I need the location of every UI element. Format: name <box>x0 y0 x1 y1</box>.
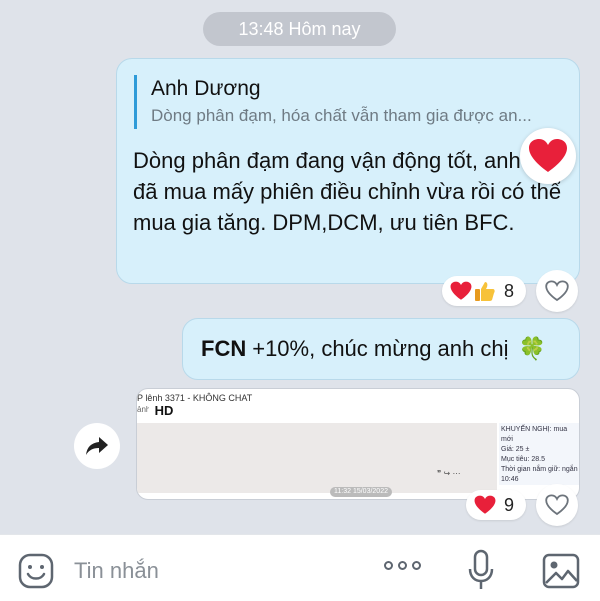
reaction-count: 8 <box>504 280 515 301</box>
side-line: Mục tiêu: 28.5 <box>501 456 545 463</box>
message-text: +10%, chúc mừng anh chị <box>252 336 509 361</box>
image-inner-icons: ❞ ↪ ⋯ <box>437 469 461 478</box>
side-line: 10:46 <box>501 476 519 483</box>
hd-badge: HD <box>149 401 179 419</box>
thumbs-up-icon <box>475 282 495 301</box>
reaction-count: 9 <box>504 494 515 515</box>
share-arrow-icon <box>86 437 108 455</box>
side-line: Giá: 25 ± <box>501 446 530 453</box>
reaction-summary-1[interactable]: 8 <box>442 276 526 306</box>
message-bubble-1[interactable]: Anh Dương Dòng phân đạm, hóa chất vẫn th… <box>116 58 580 284</box>
image-icon[interactable] <box>542 553 580 589</box>
ticker-label: FCN <box>201 336 247 361</box>
side-line: KHUYẾN NGHỊ: mua mới <box>501 426 568 443</box>
quote-text: Dòng phân đạm, hóa chất vẫn tham gia đượ… <box>151 106 532 125</box>
side-line: Thời gian nắm giữ: ngắn <box>501 466 578 473</box>
image-message[interactable]: P lệnh 3371 - KHÔNG CHAT ảnh HD KHUYẾN N… <box>136 388 580 500</box>
image-content <box>137 423 497 493</box>
heart-outline-icon <box>545 280 569 302</box>
image-date-label: 11:32 15/03/2022 <box>330 487 392 497</box>
quoted-reply[interactable]: Anh Dương Dòng phân đạm, hóa chất vẫn th… <box>134 75 564 129</box>
message-input[interactable]: Tin nhắn <box>74 553 159 589</box>
more-dots-icon[interactable] <box>384 561 421 570</box>
heart-reaction-badge[interactable] <box>520 128 576 184</box>
microphone-icon[interactable] <box>466 549 496 591</box>
clover-emoji: 🍀 <box>518 336 546 361</box>
heart-outline-icon <box>545 494 569 516</box>
time-divider: 13:48 Hôm nay <box>203 12 396 46</box>
image-side-panel: KHUYẾN NGHỊ: mua mới Giá: 25 ± Mục tiêu:… <box>499 423 579 485</box>
heart-icon <box>529 139 567 172</box>
like-button-2[interactable] <box>536 484 578 526</box>
message-text: Dòng phân đạm đang vận động tốt, anh chị… <box>133 148 562 235</box>
message-bubble-2[interactable]: FCN +10%, chúc mừng anh chị 🍀 <box>182 318 580 380</box>
composer-bar: Tin nhắn <box>0 534 600 601</box>
reaction-summary-2[interactable]: 9 <box>466 490 526 520</box>
share-button[interactable] <box>74 423 120 469</box>
heart-icon <box>450 281 472 300</box>
quote-author: Anh Dương <box>151 77 261 100</box>
like-button-1[interactable] <box>536 270 578 312</box>
emoji-face-icon[interactable] <box>18 553 54 589</box>
heart-icon <box>474 495 496 514</box>
